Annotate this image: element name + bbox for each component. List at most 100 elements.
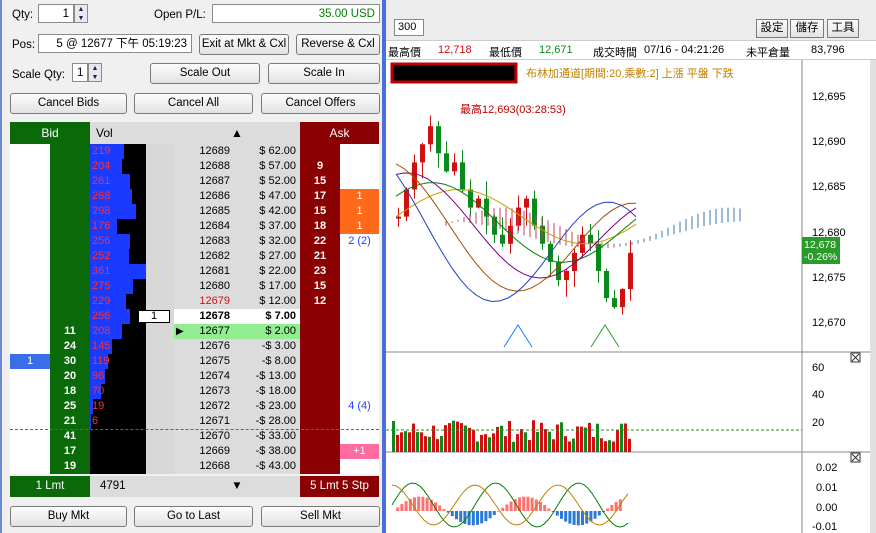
scroll-down-button[interactable]: ▼ xyxy=(174,476,300,497)
my-ask-cell[interactable] xyxy=(340,354,379,369)
qty-input[interactable]: 1 xyxy=(38,4,74,23)
my-ask-cell[interactable] xyxy=(340,414,379,429)
ask-cell[interactable]: 21 xyxy=(300,249,340,264)
my-ask-cell[interactable] xyxy=(340,174,379,189)
up-arrow-icon[interactable]: ▲ xyxy=(75,5,87,14)
tools-button[interactable]: 工具 xyxy=(827,19,859,38)
ask-cell[interactable]: 17 xyxy=(300,189,340,204)
bid-cell[interactable]: 18 xyxy=(50,384,90,399)
my-ask-cell[interactable] xyxy=(340,264,379,279)
price-cell[interactable]: 12670 xyxy=(174,429,252,444)
price-cell[interactable]: 12677 xyxy=(174,324,252,339)
bid-cell[interactable]: 24 xyxy=(50,339,90,354)
my-bid-cell[interactable] xyxy=(10,384,50,399)
price-cell[interactable]: 12681 xyxy=(174,264,252,279)
my-bid-cell[interactable] xyxy=(10,144,50,159)
my-bid-cell[interactable] xyxy=(10,174,50,189)
my-bid-cell[interactable] xyxy=(10,414,50,429)
my-bid-cell[interactable] xyxy=(10,204,50,219)
my-ask-cell[interactable] xyxy=(340,429,379,444)
price-cell[interactable]: 12668 xyxy=(174,459,252,474)
bid-cell[interactable] xyxy=(50,144,90,159)
ask-cell[interactable] xyxy=(300,309,340,324)
my-ask-cell[interactable]: 1 xyxy=(340,189,379,204)
ask-header[interactable]: Ask xyxy=(300,122,379,144)
ask-cell[interactable] xyxy=(300,444,340,459)
my-ask-cell[interactable]: 4 (4) xyxy=(340,399,379,414)
my-bid-cell[interactable] xyxy=(10,219,50,234)
price-cell[interactable]: 12685 xyxy=(174,204,252,219)
vol-header[interactable]: Vol xyxy=(90,122,174,144)
my-ask-cell[interactable] xyxy=(340,339,379,354)
buy-mkt-button[interactable]: Buy Mkt xyxy=(10,506,127,527)
bid-cell[interactable] xyxy=(50,279,90,294)
bid-cell[interactable]: 20 xyxy=(50,369,90,384)
my-ask-cell[interactable] xyxy=(340,279,379,294)
close-pane-icon[interactable] xyxy=(850,352,861,363)
ask-cell[interactable] xyxy=(300,414,340,429)
bid-cell[interactable]: 17 xyxy=(50,444,90,459)
cancel-offers-button[interactable]: Cancel Offers xyxy=(261,93,380,114)
my-bid-cell[interactable] xyxy=(10,399,50,414)
interval-input[interactable]: 300 xyxy=(394,19,424,36)
cancel-all-button[interactable]: Cancel All xyxy=(134,93,253,114)
bid-cell[interactable]: 25 xyxy=(50,399,90,414)
price-cell[interactable]: 12682 xyxy=(174,249,252,264)
price-cell[interactable]: 12687 xyxy=(174,174,252,189)
bid-cell[interactable] xyxy=(50,309,90,324)
price-cell[interactable]: 12674 xyxy=(174,369,252,384)
bid-cell[interactable] xyxy=(50,204,90,219)
my-ask-cell[interactable] xyxy=(340,144,379,159)
price-cell[interactable]: 12673 xyxy=(174,384,252,399)
price-cell[interactable]: 12688 xyxy=(174,159,252,174)
scale-qty-input[interactable]: 1 xyxy=(72,63,88,82)
bid-cell[interactable]: 21 xyxy=(50,414,90,429)
my-ask-cell[interactable] xyxy=(340,324,379,339)
close-pane-icon[interactable] xyxy=(850,452,861,463)
price-cell[interactable]: 12678 xyxy=(174,309,252,324)
scroll-up-button[interactable]: ▲ xyxy=(174,122,300,144)
my-bid-cell[interactable] xyxy=(10,159,50,174)
my-bid-cell[interactable] xyxy=(10,444,50,459)
scale-in-button[interactable]: Scale In xyxy=(268,63,380,84)
my-ask-cell[interactable]: +1 xyxy=(340,444,379,459)
down-arrow-icon[interactable]: ▼ xyxy=(75,14,87,23)
my-bid-cell[interactable]: 1 xyxy=(10,354,50,369)
save-button[interactable]: 儲存 xyxy=(790,19,824,38)
price-cell[interactable]: 12676 xyxy=(174,339,252,354)
price-cell[interactable]: 12671 xyxy=(174,414,252,429)
ask-cell[interactable] xyxy=(300,384,340,399)
my-bid-cell[interactable] xyxy=(10,459,50,474)
price-cell[interactable]: 12672 xyxy=(174,399,252,414)
my-ask-cell[interactable] xyxy=(340,159,379,174)
price-cell[interactable]: 12684 xyxy=(174,219,252,234)
my-ask-cell[interactable]: 1 xyxy=(340,204,379,219)
price-cell[interactable]: 12683 xyxy=(174,234,252,249)
price-cell[interactable]: 12686 xyxy=(174,189,252,204)
ask-cell[interactable]: 9 xyxy=(300,159,340,174)
ask-cell[interactable] xyxy=(300,324,340,339)
ask-cell[interactable]: 23 xyxy=(300,264,340,279)
bid-cell[interactable]: 41 xyxy=(50,429,90,444)
scale-qty-spinner[interactable]: ▲ ▼ xyxy=(88,63,102,82)
go-to-last-button[interactable]: Go to Last xyxy=(134,506,253,527)
up-arrow-icon[interactable]: ▲ xyxy=(89,64,101,73)
ask-cell[interactable] xyxy=(300,339,340,354)
bid-cell[interactable] xyxy=(50,249,90,264)
my-ask-cell[interactable] xyxy=(340,369,379,384)
my-bid-cell[interactable] xyxy=(10,309,50,324)
ask-cell[interactable] xyxy=(300,459,340,474)
ask-cell[interactable] xyxy=(300,354,340,369)
my-bid-cell[interactable] xyxy=(10,234,50,249)
bid-header[interactable]: Bid xyxy=(10,122,90,144)
my-ask-cell[interactable]: 1 xyxy=(340,219,379,234)
my-bid-cell[interactable] xyxy=(10,294,50,309)
qty-spinner[interactable]: ▲ ▼ xyxy=(74,4,88,23)
price-cell[interactable]: 12680 xyxy=(174,279,252,294)
bid-cell[interactable]: 11 xyxy=(50,324,90,339)
ask-cell[interactable] xyxy=(300,144,340,159)
bid-cell[interactable] xyxy=(50,189,90,204)
ask-cell[interactable]: 22 xyxy=(300,234,340,249)
reverse-button[interactable]: Reverse & Cxl xyxy=(296,34,380,55)
my-ask-cell[interactable]: 2 (2) xyxy=(340,234,379,249)
